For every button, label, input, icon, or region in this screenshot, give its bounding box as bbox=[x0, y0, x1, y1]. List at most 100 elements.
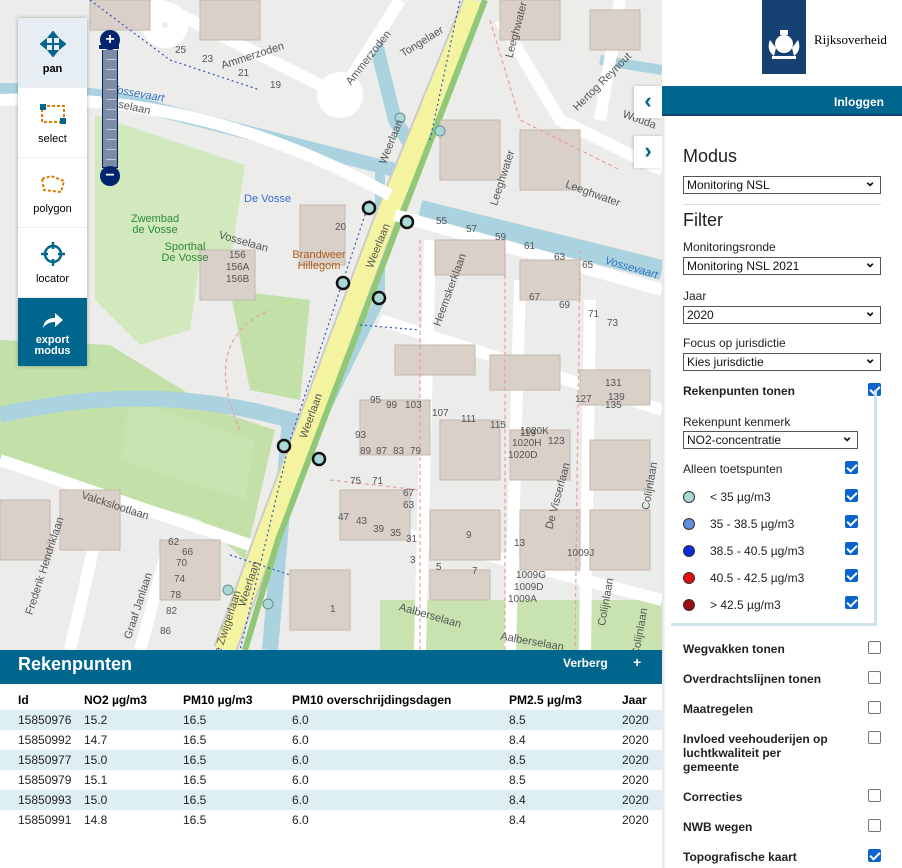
legend-checkbox[interactable] bbox=[845, 569, 858, 582]
house-number: 3 bbox=[410, 555, 416, 566]
coat-of-arms-icon bbox=[762, 0, 806, 74]
kenmerk-select[interactable]: NO2-concentratie bbox=[683, 428, 858, 449]
col-header[interactable]: PM2.5 µg/m3 bbox=[509, 690, 622, 710]
cell: 16.5 bbox=[183, 773, 207, 787]
layer-checkbox-maatregelen[interactable] bbox=[868, 701, 881, 714]
export-mode-button[interactable]: export modus bbox=[18, 298, 87, 366]
cell: 15850991 bbox=[18, 813, 72, 827]
house-number: 123 bbox=[548, 436, 565, 447]
table-row[interactable]: 15850977 15.0 16.5 6.0 8.5 2020 bbox=[0, 750, 662, 770]
layer-checkbox-veehouderijen[interactable] bbox=[868, 731, 881, 744]
col-header[interactable]: NO2 µg/m3 bbox=[84, 690, 183, 710]
table-row[interactable]: 15850979 15.1 16.5 6.0 8.5 2020 bbox=[0, 770, 662, 790]
col-header[interactable]: Id bbox=[0, 690, 84, 710]
locator-tool-button[interactable]: locator bbox=[18, 228, 87, 298]
house-number: 95 bbox=[370, 395, 382, 406]
pan-tool-button[interactable]: pan bbox=[18, 18, 87, 88]
house-number: 1020H bbox=[512, 438, 542, 449]
ronde-select[interactable]: Monitoring NSL 2021 bbox=[683, 254, 881, 275]
legend-checkbox[interactable] bbox=[845, 489, 858, 502]
export-label-line2: modus bbox=[34, 345, 71, 357]
kenmerk-label: Rekenpunt kenmerk bbox=[683, 415, 791, 429]
house-number: 1009G bbox=[516, 570, 547, 581]
modus-select[interactable]: Monitoring NSL bbox=[683, 173, 881, 194]
layer-checkbox-correcties[interactable] bbox=[868, 789, 881, 802]
polygon-tool-button[interactable]: polygon bbox=[18, 158, 87, 228]
crosshair-icon bbox=[40, 241, 66, 267]
house-number: 93 bbox=[355, 430, 367, 441]
layer-checkbox-topografisch[interactable] bbox=[868, 849, 881, 862]
layer-checkbox-wegvakken[interactable] bbox=[868, 641, 881, 654]
house-number: 31 bbox=[406, 534, 418, 545]
jaar-label: Jaar bbox=[683, 289, 707, 303]
cell: 6.0 bbox=[292, 733, 309, 747]
house-number: 78 bbox=[170, 590, 182, 601]
zoom-slider[interactable]: + − bbox=[98, 30, 120, 186]
layer-checkbox-nwb[interactable] bbox=[868, 819, 881, 832]
legend-dot-icon bbox=[683, 491, 695, 503]
expand-results-button[interactable]: + bbox=[633, 654, 641, 670]
cell: 8.5 bbox=[509, 710, 622, 730]
layer-label: Topografische kaart bbox=[683, 850, 797, 864]
legend-label: 35 - 38.5 µg/m3 bbox=[710, 517, 795, 531]
house-number: 19 bbox=[270, 80, 282, 91]
legend-checkbox[interactable] bbox=[845, 515, 858, 528]
poi-de-vosse: De Vosse bbox=[244, 193, 292, 205]
cell: 8.4 bbox=[509, 733, 526, 747]
layer-label: Wegvakken tonen bbox=[683, 642, 785, 656]
toets-checkbox[interactable] bbox=[845, 461, 858, 474]
house-number: 103 bbox=[405, 400, 422, 411]
house-number: 73 bbox=[607, 318, 619, 329]
settings-panel: Rijksoverheid Inloggen Modus Monitoring … bbox=[662, 0, 902, 868]
cell: 16.5 bbox=[183, 790, 292, 810]
house-number: 25 bbox=[175, 45, 187, 56]
layer-label: Overdrachtslijnen tonen bbox=[683, 672, 822, 686]
table-row[interactable]: 15850993 15.0 16.5 6.0 8.4 2020 bbox=[0, 790, 662, 810]
table-row[interactable]: 15850976 15.2 16.5 6.0 8.5 2020 bbox=[0, 710, 662, 730]
cell: 8.4 bbox=[509, 813, 526, 827]
legend-dot-icon bbox=[683, 518, 695, 530]
house-number: 79 bbox=[410, 446, 422, 457]
cell: 15850992 bbox=[18, 733, 72, 747]
collapse-panel-button[interactable]: ‹ bbox=[634, 86, 662, 118]
col-header[interactable]: PM10 µg/m3 bbox=[183, 690, 292, 710]
table-row[interactable]: 15850991 14.8 16.5 6.0 8.4 2020 bbox=[0, 810, 662, 830]
zoom-in-button[interactable]: + bbox=[100, 30, 120, 50]
table-row[interactable]: 15850992 14.7 16.5 6.0 8.4 2020 bbox=[0, 730, 662, 750]
focus-label: Focus op jurisdictie bbox=[683, 336, 786, 350]
house-number: 47 bbox=[338, 512, 350, 523]
legend-checkbox[interactable] bbox=[845, 596, 858, 609]
house-number: 70 bbox=[176, 558, 188, 569]
cell: 8.4 bbox=[509, 790, 622, 810]
legend-label: 38.5 - 40.5 µg/m3 bbox=[710, 544, 805, 558]
house-number: 71 bbox=[588, 309, 600, 320]
login-link[interactable]: Inloggen bbox=[834, 95, 884, 109]
cell: 14.8 bbox=[84, 813, 108, 827]
modus-heading: Modus bbox=[683, 146, 738, 166]
legend-checkbox[interactable] bbox=[845, 542, 858, 555]
col-header[interactable]: PM10 overschrijdingsdagen bbox=[292, 690, 509, 710]
cell: 14.7 bbox=[84, 733, 108, 747]
cell: 15.1 bbox=[84, 773, 108, 787]
legend-label: > 42.5 µg/m3 bbox=[710, 598, 781, 612]
layer-checkbox-overdrachtslijnen[interactable] bbox=[868, 671, 881, 684]
cell: 15850979 bbox=[18, 773, 72, 787]
login-bar: Inloggen bbox=[662, 86, 902, 116]
jaar-select[interactable]: 2020 bbox=[683, 303, 881, 324]
house-number: 71 bbox=[372, 476, 384, 487]
hide-results-button[interactable]: Verberg bbox=[563, 656, 608, 670]
house-number: 23 bbox=[202, 54, 214, 65]
house-number: 35 bbox=[390, 528, 402, 539]
zoom-out-button[interactable]: − bbox=[100, 166, 120, 186]
zoom-track[interactable] bbox=[102, 48, 118, 168]
col-header[interactable]: Jaar bbox=[622, 690, 662, 710]
cell: 6.0 bbox=[292, 773, 309, 787]
rijksoverheid-logo: Rijksoverheid bbox=[762, 0, 902, 86]
house-number: 1009D bbox=[514, 582, 544, 593]
toets-label: Alleen toetspunten bbox=[683, 462, 783, 476]
select-tool-button[interactable]: select bbox=[18, 88, 87, 158]
focus-select[interactable]: Kies jurisdictie bbox=[683, 350, 881, 371]
cell: 15.2 bbox=[84, 710, 183, 730]
expand-panel-button[interactable]: › bbox=[634, 136, 662, 168]
house-number: 66 bbox=[182, 547, 194, 558]
